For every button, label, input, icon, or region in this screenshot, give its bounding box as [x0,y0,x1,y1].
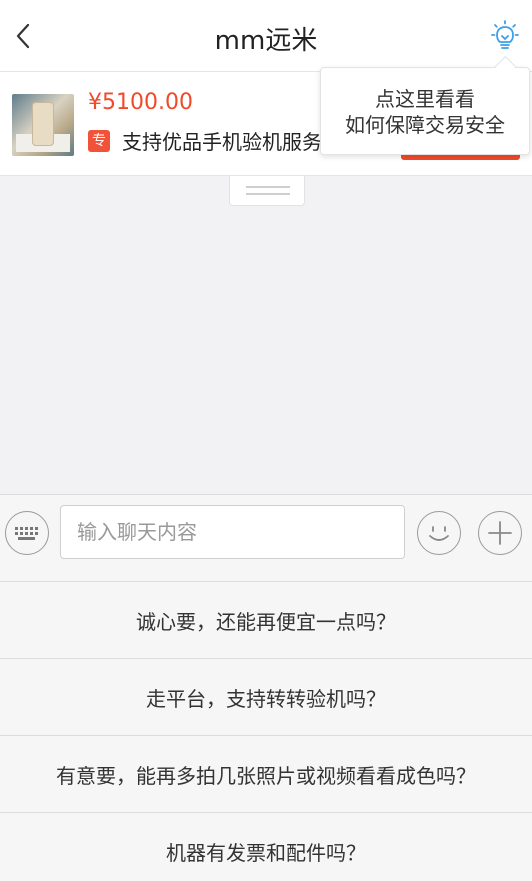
chat-input-bar [0,494,532,582]
quick-reply-item[interactable]: 走平台，支持转转验机吗？ [0,659,532,736]
chat-input[interactable] [60,505,405,559]
quick-reply-item[interactable]: 有意要，能再多拍几张照片或视频看看成色吗？ [0,736,532,813]
emoji-button[interactable] [417,511,461,555]
safety-tips-button[interactable] [488,20,522,54]
promo-text: 支持优品手机验机服务 [122,130,322,154]
plus-icon [487,520,512,545]
keyboard-icon [14,526,38,540]
tooltip-line-2: 如何保障交易安全 [345,113,505,137]
product-price: ¥5100.00 [88,90,193,115]
quick-reply-item[interactable]: 诚心要，还能再便宜一点吗？ [0,582,532,659]
more-options-button[interactable] [478,511,522,555]
quick-reply-item[interactable]: 机器有发票和配件吗？ [0,813,532,881]
page-title: mm远米 [214,26,318,56]
top-bar: mm远米 [0,0,532,72]
safety-tip-tooltip[interactable]: 点这里看看 如何保障交易安全 [320,67,530,155]
panel-drag-handle[interactable] [229,176,305,206]
emoji-icon [428,525,449,541]
tooltip-line-1: 点这里看看 [375,87,475,111]
lightbulb-icon [491,20,519,49]
promo-badge: 专 [88,129,110,152]
quick-reply-list: 诚心要，还能再便宜一点吗？ 走平台，支持转转验机吗？ 有意要，能再多拍几张照片或… [0,582,532,881]
promo-row: 专 支持优品手机验机服务 [88,126,322,155]
keyboard-toggle-button[interactable] [5,511,49,555]
product-thumbnail[interactable] [12,94,74,156]
